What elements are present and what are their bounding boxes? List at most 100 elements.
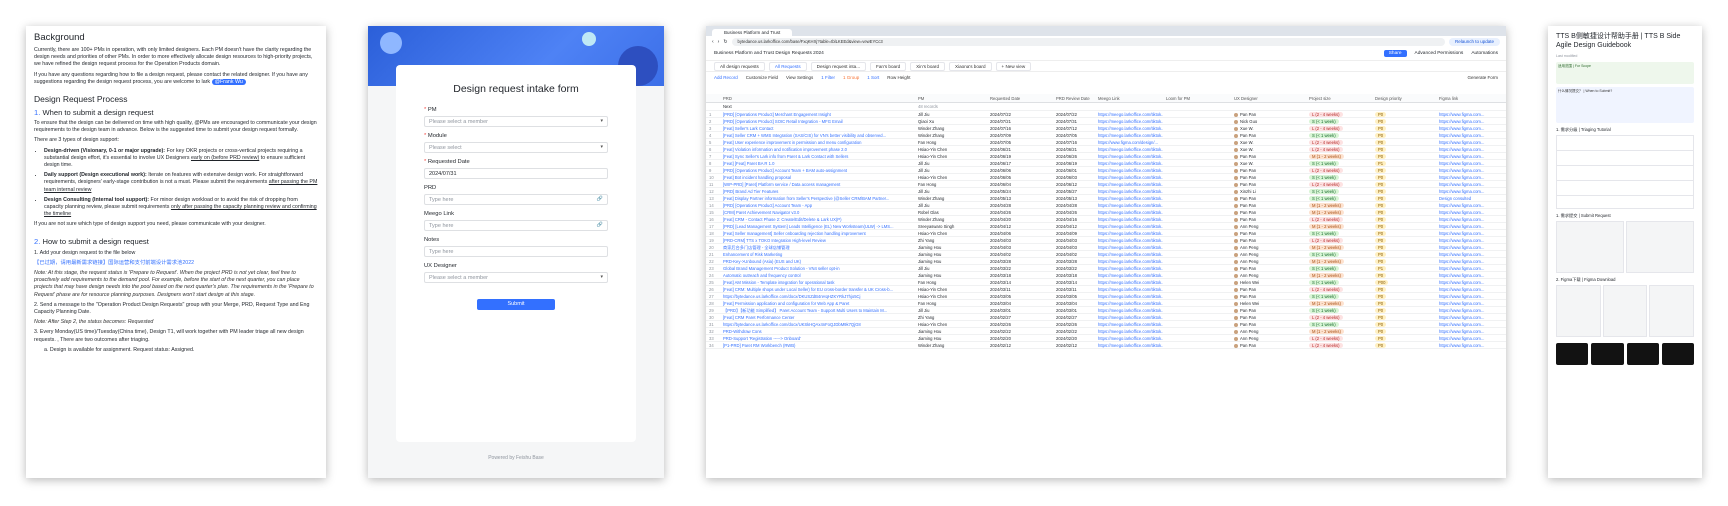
table-cell[interactable]: Winder Zhang <box>915 216 987 222</box>
table-cell[interactable]: Pan Pan <box>1231 202 1306 208</box>
table-cell[interactable]: https://www.figma.com... <box>1436 272 1506 278</box>
table-cell[interactable]: 2024/07/09 <box>987 132 1053 138</box>
table-row[interactable]: 3 [Feat] Seller's Lark Contact Winder Zhan… <box>706 125 1506 132</box>
table-cell[interactable]: S (< 1 week) <box>1306 307 1372 313</box>
table-cell[interactable]: L (2 - 4 weeks) <box>1306 125 1372 131</box>
table-cell[interactable] <box>1163 314 1231 320</box>
table-cell[interactable]: https://meego.larkoffice.com/tiktok... <box>1095 202 1163 208</box>
table-cell[interactable]: Zhi Yang <box>915 314 987 320</box>
table-cell[interactable]: P0 <box>1372 237 1436 243</box>
table-cell[interactable]: 2024/06/19 <box>1053 160 1095 166</box>
table-cell[interactable]: https://www.figma.com... <box>1436 293 1506 299</box>
automations-button[interactable]: Automations <box>1471 51 1498 56</box>
view-tab[interactable]: Design request inta... <box>810 61 867 71</box>
table-cell[interactable]: 2024/05/27 <box>1053 188 1095 194</box>
generate-form-button[interactable]: Generate Form <box>1467 75 1498 80</box>
table-cell[interactable]: [Feat] Permission application and config… <box>720 300 915 306</box>
table-cell[interactable]: https://www.figma.com... <box>1436 223 1506 229</box>
table-row[interactable]: 34 [P1-PRD] Paret RM Workbench (RWB) Winde… <box>706 342 1506 349</box>
table-row[interactable]: 31 https://bytedance.us.larkoffice.com/do… <box>706 321 1506 328</box>
table-cell[interactable]: [Feat] CRM - Contact Phase 2: Create/Edi… <box>720 216 915 222</box>
table-cell[interactable]: Xue W. <box>1231 160 1306 166</box>
table-cell[interactable]: https://meego.larkoffice.com/tiktok... <box>1095 167 1163 173</box>
table-cell[interactable]: 2024/07/12 <box>1053 125 1095 131</box>
table-cell[interactable]: P0 <box>1372 244 1436 250</box>
table-cell[interactable]: 2024/05/24 <box>987 188 1053 194</box>
table-cell[interactable]: 2024/06/03 <box>1053 174 1095 180</box>
table-cell[interactable] <box>1163 265 1231 271</box>
table-cell[interactable]: P0 <box>1372 153 1436 159</box>
table-cell[interactable]: [PRD-CRM] TTS x TOKO Integration High-le… <box>720 237 915 243</box>
table-cell[interactable]: https://meego.larkoffice.com/tiktok... <box>1095 279 1163 285</box>
table-cell[interactable]: 2024/04/03 <box>1053 244 1095 250</box>
table-cell[interactable]: Zhi Yang <box>915 237 987 243</box>
table-cell[interactable]: https://www.figma.com... <box>1436 153 1506 159</box>
table-cell[interactable]: https://www.figma.com... <box>1436 132 1506 138</box>
table-cell[interactable] <box>1163 202 1231 208</box>
table-cell[interactable]: Enhancement of Risk Marketing <box>720 251 915 257</box>
table-cell[interactable]: Jiaming Hou <box>915 272 987 278</box>
table-cell[interactable] <box>1163 216 1231 222</box>
table-cell[interactable]: 2024/03/01 <box>1053 307 1095 313</box>
table-cell[interactable]: https://bytedance.us.larkoffice.com/docx… <box>720 293 915 299</box>
table-cell[interactable]: [PRD] [Operations Product] Account Team … <box>720 202 915 208</box>
table-cell[interactable]: Global Brand Management Product Solution… <box>720 265 915 271</box>
table-cell[interactable]: Hsiao-Yin Chen <box>915 286 987 292</box>
table-cell[interactable]: 2024/02/22 <box>1053 328 1095 334</box>
table-cell[interactable]: 2024/03/04 <box>1053 300 1095 306</box>
table-row[interactable]: 18 [Feat] Seller management] Seller onboa… <box>706 230 1506 237</box>
table-cell[interactable]: https://www.figma.com/design/... <box>1095 139 1163 145</box>
table-cell[interactable]: https://www.figma.com... <box>1436 230 1506 236</box>
filter-button[interactable]: 1 Filter <box>821 75 835 80</box>
table-cell[interactable]: https://meego.larkoffice.com/tiktok... <box>1095 321 1163 327</box>
table-cell[interactable]: Winder Zhang <box>915 132 987 138</box>
table-cell[interactable]: https://meego.larkoffice.com/tiktok... <box>1095 216 1163 222</box>
table-cell[interactable]: P0 <box>1372 300 1436 306</box>
column-header[interactable]: Design priority <box>1372 94 1436 102</box>
table-cell[interactable]: L (2 - 4 weeks) <box>1306 139 1372 145</box>
table-cell[interactable]: PRD-Withdraw Cons <box>720 328 915 334</box>
table-cell[interactable]: https://www.figma.com... <box>1436 202 1506 208</box>
table-cell[interactable]: [Feat] Seller management] Seller onboard… <box>720 230 915 236</box>
table-cell[interactable]: Pan Pan <box>1231 132 1306 138</box>
table-cell[interactable]: P0 <box>1372 328 1436 334</box>
table-cell[interactable]: 2024/03/28 <box>1053 258 1095 264</box>
table-cell[interactable] <box>1163 174 1231 180</box>
table-cell[interactable] <box>1163 237 1231 243</box>
table-cell[interactable]: 2024/07/22 <box>987 111 1053 117</box>
table-row[interactable]: 7 [Feat] Sync Seller's Lark info from Par… <box>706 153 1506 160</box>
table-row[interactable]: 5 [Feat] User experience improvement in p… <box>706 139 1506 146</box>
table-cell[interactable] <box>1163 139 1231 145</box>
table-cell[interactable]: Pan Pan <box>1231 167 1306 173</box>
table-cell[interactable]: S (< 1 week) <box>1306 265 1372 271</box>
table-cell[interactable]: P0 <box>1372 272 1436 278</box>
table-cell[interactable]: P0 <box>1372 188 1436 194</box>
sort-button[interactable]: 1 Sort <box>867 75 879 80</box>
table-cell[interactable]: M (1 - 2 weeks) <box>1306 209 1372 215</box>
table-cell[interactable]: 2024/02/22 <box>987 328 1053 334</box>
table-cell[interactable]: 2024/04/03 <box>1053 237 1095 243</box>
request-pool-link[interactable]: 【已过期，请用最新需求链接】国际运营和支付前端设计需求池2022 <box>34 260 318 267</box>
table-cell[interactable]: Ann Peng <box>1231 223 1306 229</box>
table-cell[interactable]: Pan Pan <box>1231 153 1306 159</box>
table-cell[interactable]: L (2 - 4 weeks) <box>1306 286 1372 292</box>
table-cell[interactable]: P0 <box>1372 125 1436 131</box>
table-cell[interactable]: https://meego.larkoffice.com/tiktok... <box>1095 251 1163 257</box>
table-cell[interactable] <box>1163 167 1231 173</box>
table-cell[interactable]: 2024/04/02 <box>1053 251 1095 257</box>
table-cell[interactable]: [Feat] Sync Seller's Lark info from Pare… <box>720 153 915 159</box>
table-cell[interactable] <box>1163 328 1231 334</box>
table-cell[interactable]: P0 <box>1372 307 1436 313</box>
table-cell[interactable]: https://www.figma.com... <box>1436 328 1506 334</box>
table-cell[interactable]: Ann Peng <box>1231 335 1306 341</box>
add-record-button[interactable]: Add Record <box>714 75 738 80</box>
table-cell[interactable]: https://www.figma.com... <box>1436 188 1506 194</box>
table-row[interactable]: 15 [CRM] Paret Achievement Navigator v3.0… <box>706 209 1506 216</box>
table-cell[interactable]: [Feat] CRM: Multiple shops under Local S… <box>720 286 915 292</box>
table-cell[interactable]: [WIP-PRD] [Paret] Platform service / Dat… <box>720 181 915 187</box>
table-cell[interactable]: S (< 1 week) <box>1306 188 1372 194</box>
table-cell[interactable]: Jiaming Hou <box>915 335 987 341</box>
table-cell[interactable]: 2024/05/13 <box>987 195 1053 201</box>
table-cell[interactable]: https://www.figma.com... <box>1436 251 1506 257</box>
table-cell[interactable]: P0 <box>1372 230 1436 236</box>
